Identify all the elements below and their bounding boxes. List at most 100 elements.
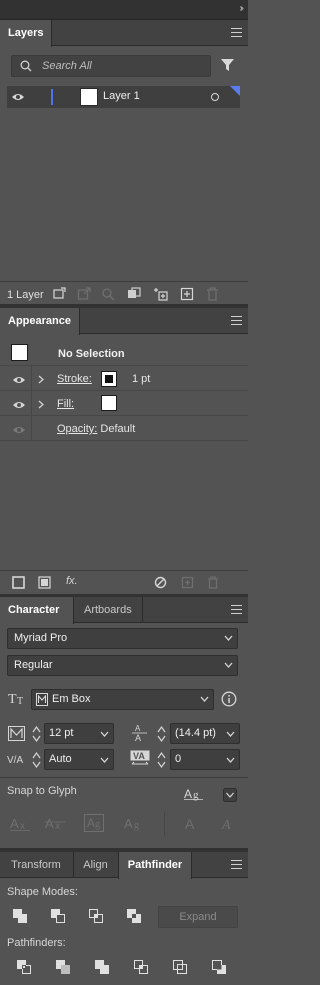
- row-divider: [31, 366, 32, 391]
- layer-row[interactable]: Layer 1: [7, 86, 240, 108]
- snap-to-glyph-label: Snap to Glyph: [7, 785, 77, 797]
- opacity-value[interactable]: Default: [100, 423, 135, 435]
- opacity-label-group[interactable]: Opacity: Default: [57, 423, 135, 435]
- chevron-right-icon[interactable]: [38, 400, 44, 409]
- row-divider: [31, 391, 32, 416]
- pathfinder-tab-bar: Transform Align Pathfinder: [0, 852, 248, 879]
- tab-divider: [142, 597, 143, 623]
- chevron-down-icon: [224, 635, 233, 641]
- glyph-bounds-snap-icon: A g: [84, 814, 104, 832]
- glyph-guide-icon[interactable]: A g: [184, 786, 204, 802]
- selection-corner-indicator: [230, 86, 240, 96]
- leading-value: (14.4 pt): [175, 727, 216, 739]
- svg-text:A: A: [185, 816, 195, 832]
- expand-button[interactable]: Expand: [158, 906, 238, 928]
- stroke-weight[interactable]: 1 pt: [132, 373, 150, 385]
- fill-visibility-eye-icon[interactable]: [12, 400, 26, 410]
- unite-icon[interactable]: [12, 908, 28, 924]
- chevron-right-icon[interactable]: [38, 375, 44, 384]
- chevron-down-icon: [100, 757, 109, 763]
- svg-text:A: A: [135, 733, 141, 743]
- layers-menu-icon[interactable]: [231, 28, 242, 37]
- intersect-icon[interactable]: [88, 908, 104, 924]
- font-size-stepper-arrows[interactable]: [32, 725, 41, 743]
- target-circle-icon[interactable]: [211, 93, 219, 101]
- tab-artboards[interactable]: Artboards: [76, 597, 140, 623]
- layer-name[interactable]: Layer 1: [103, 90, 140, 102]
- svg-text:x: x: [55, 821, 60, 832]
- character-tab-bar: Character Artboards: [0, 597, 248, 624]
- tracking-stepper-arrows[interactable]: [157, 751, 166, 769]
- leading-field[interactable]: (14.4 pt): [170, 723, 240, 744]
- kerning-stepper-arrows[interactable]: [32, 751, 41, 769]
- character-menu-icon[interactable]: [231, 605, 242, 614]
- font-size-icon: [8, 726, 25, 741]
- angular-guides-snap-icon: A: [185, 816, 195, 832]
- tracking-value: 0: [175, 753, 182, 765]
- make-clipping-mask-icon[interactable]: [127, 287, 141, 301]
- collect-for-export-icon[interactable]: [52, 287, 66, 301]
- svg-text:A: A: [184, 787, 192, 801]
- create-new-layer-icon[interactable]: [180, 287, 194, 301]
- selection-thumbnail: [11, 344, 28, 361]
- x-height-snap-icon: A x: [45, 816, 65, 832]
- chevron-down-icon: [100, 731, 109, 737]
- proximity-guides-snap-icon: A g: [124, 816, 139, 831]
- info-icon[interactable]: [221, 691, 237, 707]
- stroke-swatch[interactable]: [101, 371, 117, 387]
- tracking-field[interactable]: 0: [170, 749, 240, 770]
- filter-icon[interactable]: [220, 58, 235, 73]
- fill-row[interactable]: Fill:: [0, 391, 248, 416]
- tab-transform[interactable]: Transform: [0, 852, 72, 878]
- crop-icon[interactable]: [133, 959, 149, 975]
- locate-object-icon: [102, 288, 115, 301]
- tab-appearance[interactable]: Appearance: [0, 308, 80, 335]
- pathfinder-menu-icon[interactable]: [231, 860, 242, 869]
- stroke-label[interactable]: Stroke:: [57, 373, 92, 385]
- stroke-visibility-eye-icon[interactable]: [12, 375, 26, 385]
- font-style-dropdown[interactable]: Regular: [7, 655, 238, 676]
- delete-item-icon: [208, 576, 218, 589]
- font-family-dropdown[interactable]: Myriad Pro: [7, 628, 238, 649]
- touch-type-tool-icon[interactable]: T T: [8, 690, 28, 706]
- layers-search-input[interactable]: Search All: [11, 55, 211, 77]
- collapse-panels-button[interactable]: ››: [239, 3, 243, 14]
- snap-options-chevron-down-icon[interactable]: [223, 788, 237, 802]
- opacity-label[interactable]: Opacity:: [57, 423, 97, 435]
- appearance-menu-icon[interactable]: [231, 316, 242, 325]
- trim-icon[interactable]: [55, 959, 71, 975]
- minus-back-icon[interactable]: [211, 959, 227, 975]
- create-sublayer-icon[interactable]: [153, 287, 168, 301]
- clear-appearance-icon[interactable]: [154, 576, 167, 589]
- add-new-effect-button[interactable]: fx.: [66, 575, 78, 587]
- tab-align[interactable]: Align: [74, 852, 117, 878]
- opacity-row[interactable]: Opacity: Default: [0, 416, 248, 441]
- outline-icon[interactable]: [172, 959, 188, 975]
- search-icon: [20, 60, 32, 72]
- trash-icon: [207, 287, 218, 301]
- snap-divider: [164, 812, 165, 836]
- baseline-snap-icon: A x: [10, 816, 30, 832]
- stroke-row[interactable]: Stroke: 1 pt: [0, 366, 248, 391]
- font-size-field[interactable]: 12 pt: [44, 723, 114, 744]
- add-new-fill-icon[interactable]: [38, 576, 51, 589]
- kerning-field[interactable]: Auto: [44, 749, 114, 770]
- appearance-footer-divider: [0, 570, 248, 571]
- chevron-down-icon: [226, 731, 235, 737]
- add-new-stroke-icon[interactable]: [12, 576, 25, 589]
- fill-label[interactable]: Fill:: [57, 398, 74, 410]
- opacity-visibility-eye-icon[interactable]: [12, 425, 26, 435]
- panel-dock-header: ››: [0, 0, 248, 20]
- alignment-box-dropdown[interactable]: Em Box: [31, 689, 214, 710]
- visibility-eye-icon[interactable]: [11, 92, 25, 102]
- divide-icon[interactable]: [16, 959, 32, 975]
- tab-character[interactable]: Character: [0, 597, 74, 624]
- minus-front-icon[interactable]: [50, 908, 66, 924]
- tab-layers[interactable]: Layers: [0, 20, 53, 47]
- merge-icon[interactable]: [94, 959, 110, 975]
- fill-swatch[interactable]: [101, 395, 117, 411]
- tab-pathfinder[interactable]: Pathfinder: [118, 852, 192, 879]
- exclude-icon[interactable]: [126, 908, 142, 924]
- svg-text:A: A: [135, 724, 141, 733]
- leading-stepper-arrows[interactable]: [157, 725, 166, 743]
